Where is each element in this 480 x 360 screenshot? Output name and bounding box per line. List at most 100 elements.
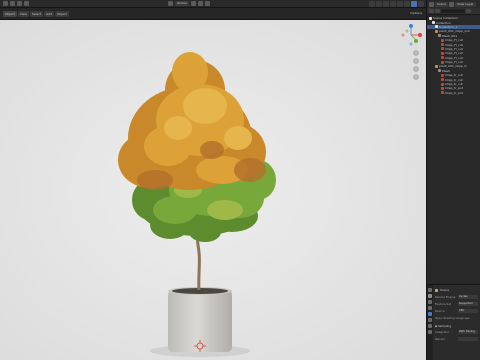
outliner-item-label: plant_001_Clipp_tr (439, 64, 467, 69)
object-tab-icon[interactable] (428, 324, 432, 328)
outliner-item-label: Clipp_Fl_cut (445, 42, 463, 47)
menu-select[interactable]: Select (29, 10, 44, 17)
tree-render (0, 20, 426, 360)
collection-icon (435, 25, 438, 29)
gizmo-toggle-icon[interactable] (376, 1, 382, 7)
outliner-item-label: Clipp_Fl_cut (445, 60, 463, 65)
display-mode-icon[interactable] (435, 9, 440, 13)
scene-icon (435, 288, 438, 292)
feature-set-dropdown[interactable]: Supported (458, 301, 478, 307)
proportional-icon[interactable] (204, 1, 210, 6)
outliner-panel: Scene Collection Collection Collection_1 pl… (426, 8, 480, 284)
outliner-item-label: Clipp_tr_cut (445, 82, 463, 87)
mesh-icon (441, 43, 444, 47)
zoom-icon[interactable] (413, 50, 419, 56)
mesh-icon (441, 60, 444, 64)
menu-object-mode[interactable]: Object (3, 10, 17, 17)
object-icon (435, 29, 438, 33)
outliner-item-label: Mesh_001 (442, 33, 458, 38)
perspective-toggle-icon[interactable] (413, 74, 419, 80)
outliner-item-label: Clipp_Fl_cut (445, 46, 463, 51)
properties-title: Scene (435, 287, 478, 293)
wireframe-shading-icon[interactable] (397, 1, 403, 7)
render-samples-row: Render (435, 336, 478, 342)
outliner-item-label: Clipp_Fl_cut (445, 55, 463, 60)
solid-shading-icon[interactable] (404, 1, 410, 7)
integrator-label: Integrator (435, 330, 450, 334)
sampling-section-header[interactable]: Sampling (434, 323, 478, 328)
render-tab-icon[interactable] (428, 294, 432, 298)
view-icon[interactable] (17, 1, 22, 6)
outliner-item-label: Clipp_tr_pot (445, 86, 463, 91)
properties-title-text: Scene (440, 288, 450, 292)
outliner-item-label: Collection_1 (439, 24, 458, 29)
outliner-item-label: Collection (436, 20, 451, 25)
transform-orientation-dropdown[interactable]: Global (175, 1, 189, 6)
outliner-item[interactable]: Clipp_tr_pot (427, 91, 480, 95)
layer-icon[interactable] (449, 1, 455, 7)
select-icon[interactable] (24, 1, 29, 6)
feature-set-label: Feature Set (435, 302, 452, 306)
outliner-item-label: Clipp_Fl_cut (445, 51, 463, 56)
render-samples-field[interactable] (458, 336, 478, 342)
viewport-menu-bar: Object View Select Add Object Options (0, 8, 426, 20)
view-layer-selector[interactable]: View Layer (455, 1, 476, 7)
visibility-icon[interactable] (369, 1, 375, 7)
outliner-editor-icon[interactable] (429, 9, 434, 13)
editor-type-icon[interactable] (3, 1, 8, 6)
transform-controls: Global (168, 1, 210, 6)
outliner-item-label: plant_001_Clipp_Cut (439, 29, 470, 34)
world-tab-icon[interactable] (428, 318, 432, 322)
mesh-icon (441, 73, 444, 77)
menu-add[interactable]: Add (44, 10, 54, 17)
mesh-icon (441, 38, 444, 42)
view-layer-tab-icon[interactable] (428, 306, 432, 310)
pan-icon[interactable] (413, 58, 419, 64)
y-axis-icon[interactable] (414, 39, 418, 43)
collection-icon (432, 21, 435, 25)
device-label: Device (435, 309, 445, 313)
tool-tab-icon[interactable] (428, 288, 432, 292)
x-axis-icon[interactable] (418, 33, 422, 37)
options-dropdown[interactable]: Options (410, 11, 422, 15)
scene-selector[interactable]: Scene (435, 1, 449, 7)
mesh-icon (441, 86, 444, 90)
render-samples-label: Render (435, 337, 445, 341)
xray-icon[interactable] (390, 1, 396, 7)
navigation-buttons (413, 50, 419, 80)
mode-icon[interactable] (10, 1, 15, 6)
output-tab-icon[interactable] (428, 300, 432, 304)
pivot-icon[interactable] (190, 1, 196, 6)
outliner-item-label: Clipp_tr_cut (445, 77, 463, 82)
osl-row[interactable]: Open Shading Language (435, 315, 478, 321)
outliner-item-label: Clipp_tr_pot (445, 90, 463, 95)
integrator-dropdown[interactable]: Path Tracing (458, 329, 478, 335)
menu-view[interactable]: View (17, 10, 29, 17)
orientation-icon[interactable] (168, 1, 173, 6)
navigation-gizmo[interactable] (398, 22, 424, 56)
3d-viewport[interactable]: User Perspective (1) Collection (0, 20, 426, 360)
camera-view-icon[interactable] (413, 66, 419, 72)
mesh-icon (441, 47, 444, 51)
filter-icon[interactable] (466, 9, 471, 13)
outliner-item-label: Scene Collection (433, 16, 458, 21)
scene-icon[interactable] (429, 1, 434, 7)
outliner-header (427, 8, 480, 15)
object-icon (435, 64, 438, 68)
mesh-icon (441, 51, 444, 55)
modifier-tab-icon[interactable] (428, 330, 432, 334)
z-axis-icon[interactable] (409, 24, 413, 28)
snap-icon[interactable] (197, 1, 203, 6)
render-engine-dropdown[interactable]: Cycles (458, 294, 478, 300)
device-dropdown[interactable]: CPU (458, 308, 478, 314)
material-shading-icon[interactable] (411, 1, 417, 7)
outliner-item-label: Clipp_Fl_cut (445, 38, 463, 43)
outliner-search-input[interactable] (441, 9, 465, 13)
menu-object[interactable]: Object (54, 10, 69, 17)
shading-controls (369, 1, 424, 7)
osl-checkbox-label[interactable]: Open Shading Language (435, 316, 469, 320)
overlay-toggle-icon[interactable] (383, 1, 389, 7)
scene-tab-icon[interactable] (428, 312, 432, 316)
workspace-header: Scene View Layer (426, 0, 480, 8)
rendered-shading-icon[interactable] (418, 1, 424, 7)
